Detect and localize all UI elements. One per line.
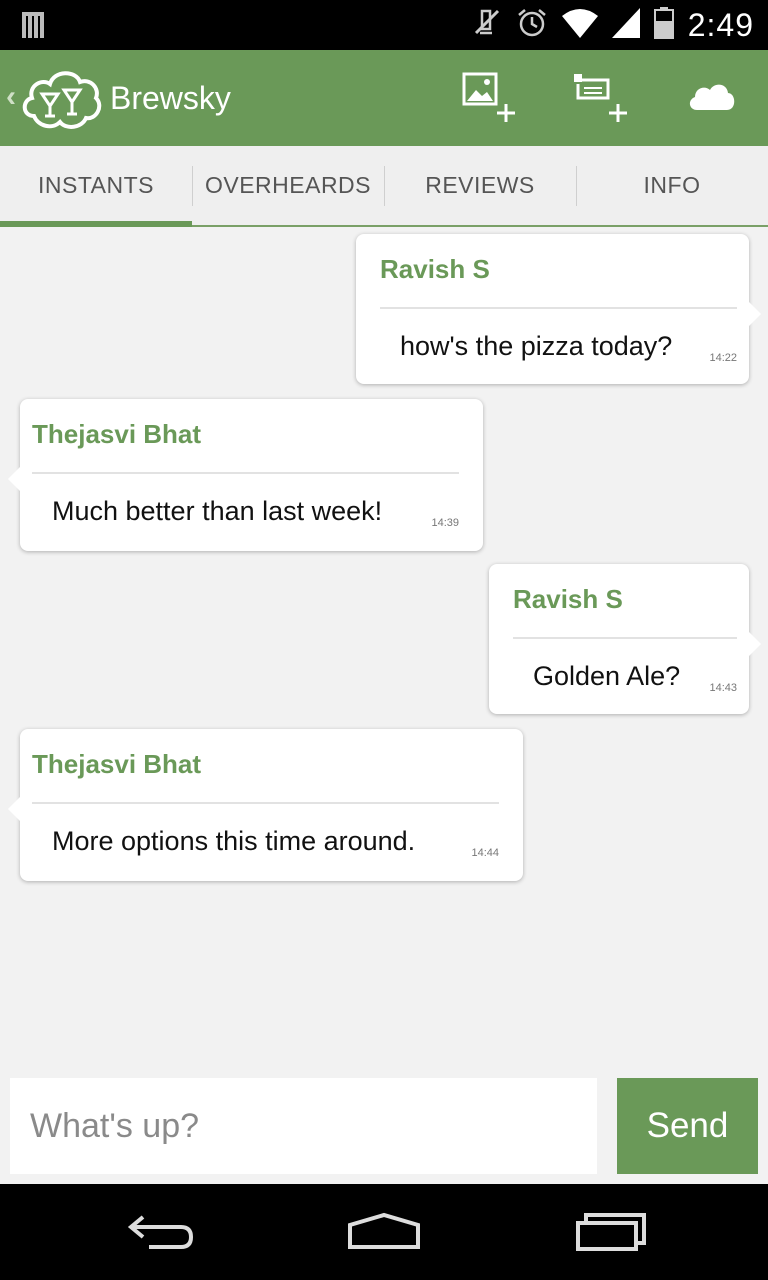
message-divider (380, 307, 737, 309)
message-time: 14:39 (431, 517, 459, 529)
message-divider (32, 472, 459, 474)
message-input[interactable] (10, 1078, 597, 1174)
recents-icon (574, 1211, 648, 1256)
brewsky-logo[interactable] (20, 64, 102, 134)
tab-info[interactable]: INFO (576, 146, 768, 225)
battery-icon (653, 6, 674, 44)
message-sender: Ravish S (380, 254, 490, 284)
nav-bar (0, 1184, 768, 1280)
up-caret-icon[interactable]: ‹ (6, 80, 16, 114)
message-time: 14:43 (709, 682, 737, 694)
message-divider (513, 637, 737, 639)
add-post-button[interactable] (568, 68, 632, 128)
add-post-icon (570, 68, 630, 129)
home-icon (346, 1211, 422, 1256)
notification-icon (22, 12, 48, 43)
status-clock: 2:49 (687, 6, 754, 43)
alarm-icon (516, 7, 548, 44)
message-sender: Ravish S (513, 584, 623, 614)
tab-reviews[interactable]: REVIEWS (384, 146, 576, 225)
tab-instants[interactable]: INSTANTS (0, 146, 192, 227)
chat-list[interactable]: Ravish S how's the pizza today? 14:22 Th… (0, 227, 768, 1184)
recents-button[interactable] (566, 1208, 656, 1258)
chat-message[interactable]: Thejasvi Bhat Much better than last week… (8, 399, 483, 551)
tab-overheards[interactable]: OVERHEARDS (192, 146, 384, 225)
message-text: Golden Ale? (533, 661, 681, 691)
send-button[interactable]: Send (617, 1078, 758, 1174)
message-text: how's the pizza today? (400, 331, 673, 361)
chat-message[interactable]: Ravish S Golden Ale? 14:43 (489, 564, 761, 714)
status-bar: 2:49 (0, 0, 768, 50)
signal-icon (611, 7, 640, 43)
back-button[interactable] (115, 1208, 205, 1258)
cloud-button[interactable] (680, 68, 744, 128)
wifi-icon (561, 8, 598, 43)
home-button[interactable] (339, 1208, 429, 1258)
message-time: 14:22 (709, 352, 737, 364)
message-divider (32, 802, 499, 804)
mute-icon (472, 7, 502, 44)
add-photo-button[interactable] (456, 68, 520, 128)
message-sender: Thejasvi Bhat (32, 419, 202, 449)
back-icon (125, 1211, 195, 1256)
tab-bar: INSTANTS OVERHEARDS REVIEWS INFO (0, 146, 768, 227)
cloud-icon (687, 80, 737, 117)
add-photo-icon (458, 68, 518, 129)
message-text: More options this time around. (52, 826, 416, 856)
action-bar: ‹ Brewsky (0, 50, 768, 146)
app-title: Brewsky (110, 80, 231, 116)
message-sender: Thejasvi Bhat (32, 749, 202, 779)
chat-message[interactable]: Thejasvi Bhat More options this time aro… (8, 729, 523, 881)
chat-message[interactable]: Ravish S how's the pizza today? 14:22 (356, 234, 761, 384)
message-text: Much better than last week! (52, 496, 383, 526)
message-time: 14:44 (471, 847, 499, 859)
